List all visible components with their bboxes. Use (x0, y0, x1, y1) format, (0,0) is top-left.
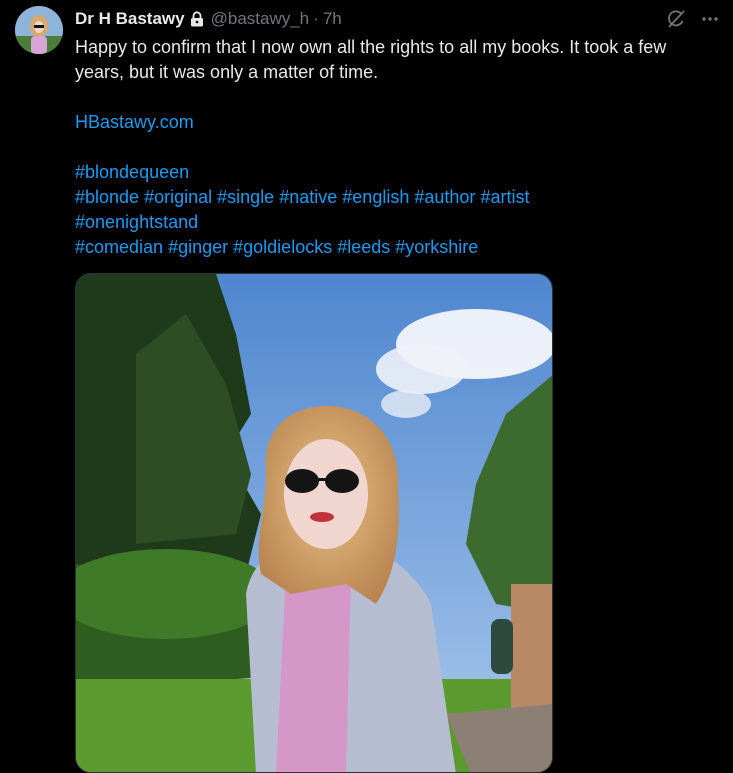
hashtag-link[interactable]: #artist (480, 187, 529, 207)
hashtag-link[interactable]: #blonde (75, 187, 139, 207)
hashtag-link[interactable]: #comedian (75, 237, 163, 257)
grok-icon[interactable] (665, 8, 687, 30)
tweet-header: Dr H Bastawy @bastawy_h · 7h (75, 8, 713, 30)
hashtag-link[interactable]: #native (279, 187, 337, 207)
separator-dot: · (313, 9, 319, 28)
hashtag-row: #onenightstand (75, 210, 725, 235)
display-name[interactable]: Dr H Bastawy (75, 9, 185, 29)
hashtag-link[interactable]: #yorkshire (395, 237, 478, 257)
more-icon[interactable] (699, 8, 721, 30)
hashtag-link[interactable]: #ginger (168, 237, 228, 257)
tweet-text: Happy to confirm that I now own all the … (75, 35, 725, 260)
hashtag-row: #blonde #original #single #native #engli… (75, 185, 725, 210)
hashtag-link[interactable]: #original (144, 187, 212, 207)
hashtag-row: #blondequeen (75, 160, 725, 185)
timestamp[interactable]: 7h (323, 9, 342, 29)
header-actions (665, 8, 721, 30)
avatar[interactable] (15, 6, 63, 54)
tweet-text-line: Happy to confirm that I now own all the … (75, 37, 667, 57)
user-handle[interactable]: @bastawy_h (211, 9, 310, 29)
hashtag-link[interactable]: #blondequeen (75, 162, 189, 182)
lock-icon (190, 11, 204, 27)
tweet-photo[interactable] (75, 273, 553, 773)
website-link[interactable]: HBastawy.com (75, 112, 194, 132)
hashtag-link[interactable]: #leeds (337, 237, 390, 257)
hashtag-link[interactable]: #single (217, 187, 274, 207)
tweet-text-line: years, but it was only a matter of time. (75, 62, 379, 82)
hashtag-link[interactable]: #english (342, 187, 409, 207)
hashtag-link[interactable]: #author (414, 187, 475, 207)
hashtag-link[interactable]: #goldielocks (233, 237, 332, 257)
hashtag-row: #comedian #ginger #goldielocks #leeds #y… (75, 235, 725, 260)
hashtag-link[interactable]: #onenightstand (75, 212, 198, 232)
